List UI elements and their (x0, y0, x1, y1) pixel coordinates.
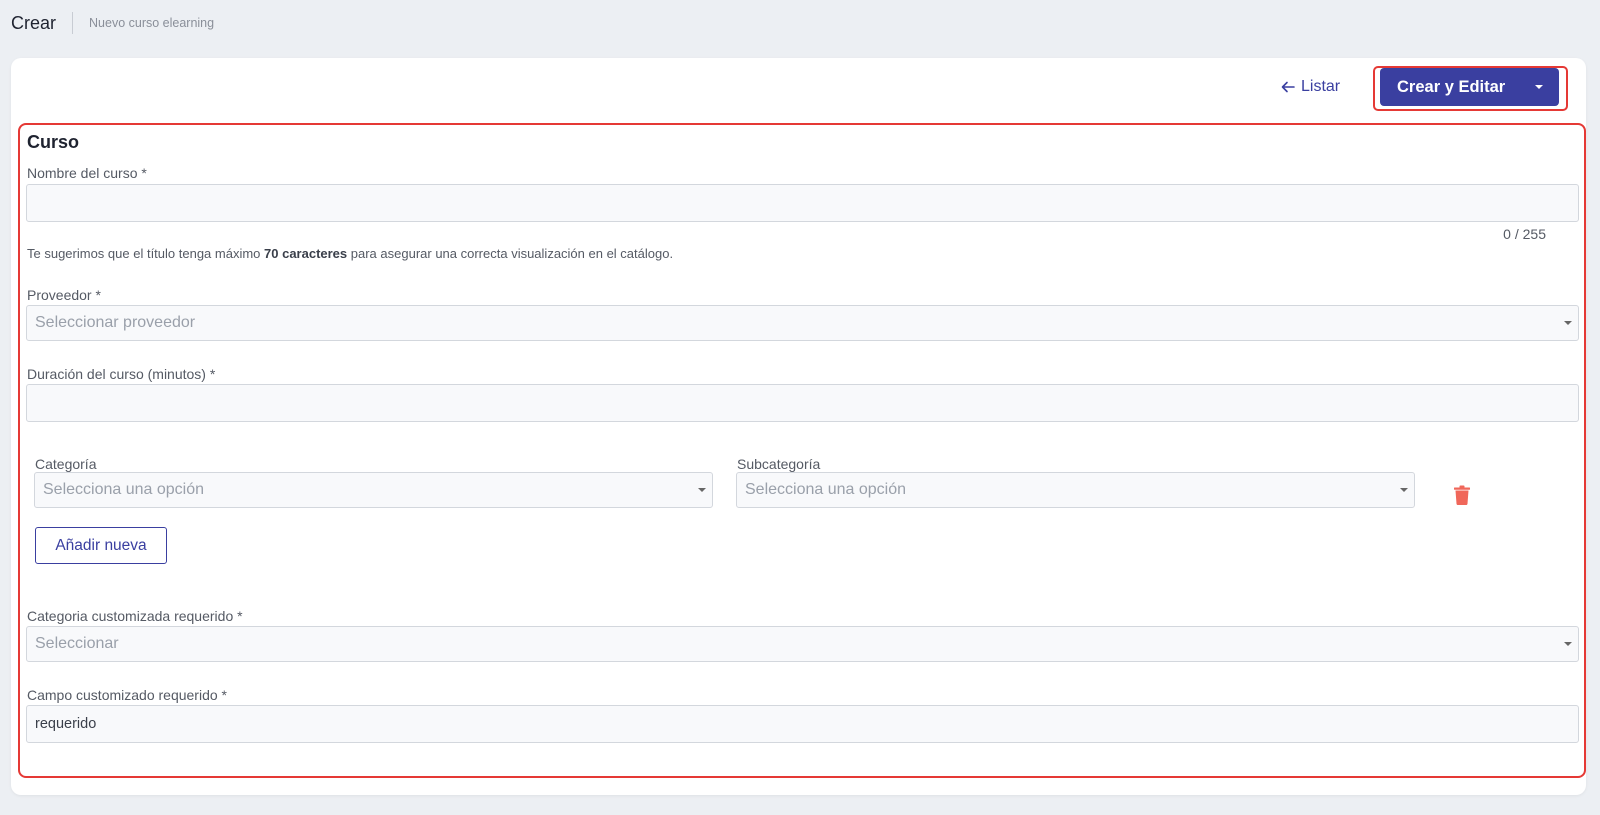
page-subtitle: Nuevo curso elearning (89, 16, 215, 30)
custom-field-label: Campo customizado requerido * (27, 687, 227, 703)
chevron-down-icon (1564, 321, 1572, 325)
title-hint: Te sugerimos que el título tenga máximo … (27, 246, 674, 261)
duration-input[interactable] (26, 384, 1579, 422)
page-title: Crear (11, 12, 57, 33)
provider-placeholder: Seleccionar proveedor (35, 314, 196, 331)
trash-icon[interactable] (1453, 485, 1471, 505)
header-divider (72, 12, 74, 34)
listar-label: Listar (1301, 78, 1341, 95)
chevron-down-icon (1400, 488, 1408, 492)
caret-down-icon (1535, 85, 1543, 89)
listar-link[interactable]: Listar (1281, 78, 1340, 96)
subcategory-select[interactable]: Selecciona una opción (736, 472, 1415, 508)
duration-label: Duración del curso (minutos) * (27, 366, 216, 382)
chevron-down-icon (698, 488, 706, 492)
custom-category-select[interactable]: Seleccionar (26, 626, 1579, 662)
arrow-left-icon (1281, 81, 1295, 93)
custom-category-label: Categoria customizada requerido * (27, 608, 243, 624)
form-card: Listar Crear y Editar Curso Nombre del c… (11, 58, 1586, 795)
category-label: Categoría (35, 456, 97, 472)
create-edit-split-button[interactable]: Crear y Editar (1380, 68, 1559, 106)
provider-select[interactable]: Seleccionar proveedor (26, 305, 1579, 341)
custom-field-input[interactable]: requerido (26, 705, 1579, 743)
category-select[interactable]: Selecciona una opción (34, 472, 713, 508)
create-edit-button[interactable]: Crear y Editar (1380, 78, 1519, 97)
subcategory-label: Subcategoría (737, 456, 821, 472)
provider-label: Proveedor * (27, 287, 101, 303)
course-name-input[interactable] (26, 184, 1579, 222)
custom-category-placeholder: Seleccionar (35, 635, 119, 652)
page-header: Crear Nuevo curso elearning (11, 10, 214, 36)
create-edit-dropdown-toggle[interactable] (1519, 68, 1559, 106)
course-name-label: Nombre del curso * (27, 165, 147, 181)
category-placeholder: Selecciona una opción (43, 481, 205, 498)
section-title: Curso (27, 132, 80, 152)
add-category-button[interactable]: Añadir nueva (35, 527, 167, 564)
chevron-down-icon (1564, 642, 1572, 646)
character-counter: 0 / 255 (1503, 226, 1546, 242)
subcategory-placeholder: Selecciona una opción (745, 481, 907, 498)
